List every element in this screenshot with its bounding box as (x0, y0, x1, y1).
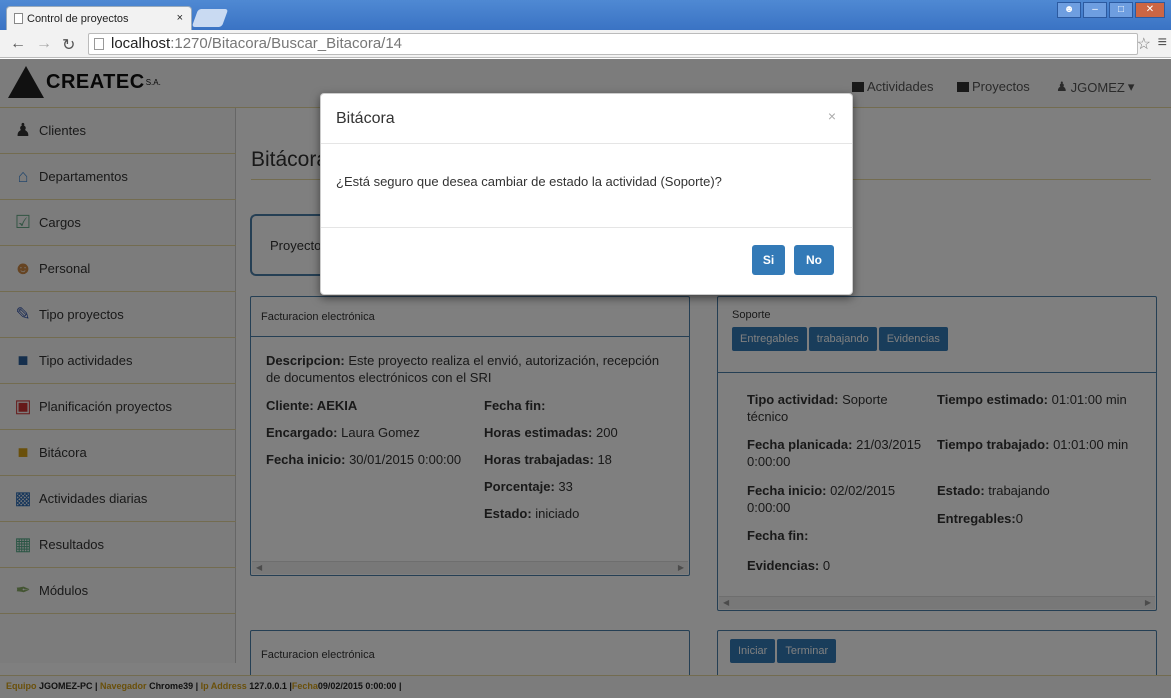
url-input[interactable]: localhost:1270/Bitacora/Buscar_Bitacora/… (88, 33, 1138, 55)
dialog-footer: Si No (752, 245, 834, 275)
user-icon[interactable]: ☻ (1057, 2, 1081, 18)
browser-tab[interactable]: Control de proyectos × (6, 6, 192, 30)
window-controls: ☻ – □ ✕ (1057, 2, 1165, 18)
page-icon (94, 38, 104, 50)
close-icon[interactable]: × (828, 108, 836, 124)
reload-icon[interactable]: ↻ (62, 35, 75, 55)
confirm-dialog: Bitácora × ¿Está seguro que desea cambia… (320, 93, 853, 295)
tab-title: Control de proyectos (27, 13, 129, 25)
window-close-icon[interactable]: ✕ (1135, 2, 1165, 18)
maximize-icon[interactable]: □ (1109, 2, 1133, 18)
back-icon[interactable]: ← (10, 35, 26, 53)
forward-icon[interactable]: → (36, 35, 52, 53)
dialog-message: ¿Está seguro que desea cambiar de estado… (321, 144, 852, 228)
browser-titlebar: Control de proyectos × ☻ – □ ✕ (0, 0, 1171, 30)
tab-close-icon[interactable]: × (177, 12, 183, 24)
new-tab-button[interactable] (191, 9, 229, 27)
address-bar-row: ← → ↻ localhost:1270/Bitacora/Buscar_Bit… (0, 30, 1171, 58)
minimize-icon[interactable]: – (1083, 2, 1107, 18)
bookmark-star-icon[interactable]: ☆ (1137, 34, 1151, 54)
no-button[interactable]: No (794, 245, 834, 275)
menu-icon[interactable]: ≡ (1158, 34, 1167, 52)
page-icon (14, 13, 23, 24)
url-path: :1270/Bitacora/Buscar_Bitacora/14 (170, 35, 403, 52)
yes-button[interactable]: Si (752, 245, 785, 275)
url-host: localhost (111, 35, 171, 52)
dialog-title: Bitácora (321, 94, 852, 144)
